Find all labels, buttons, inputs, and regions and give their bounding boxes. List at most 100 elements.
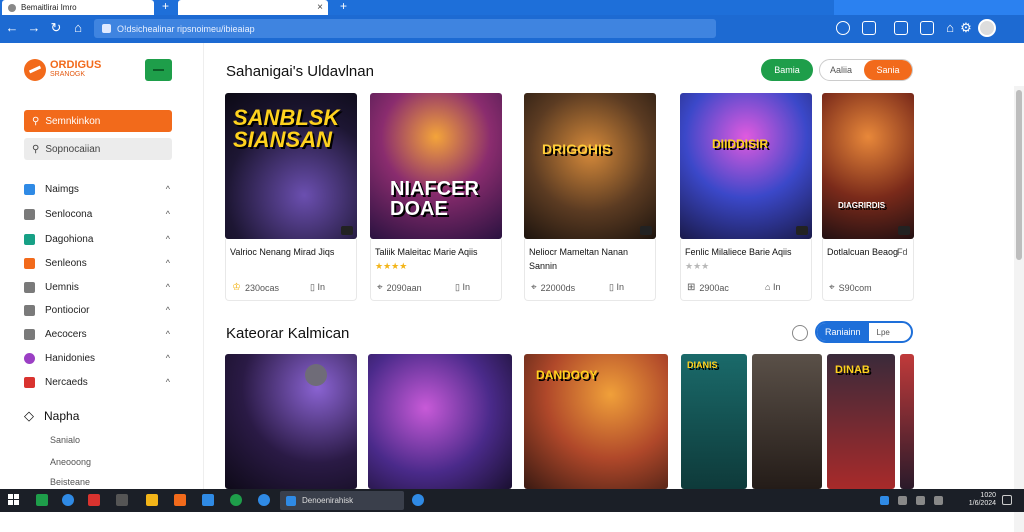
new-tab-icon[interactable]: + xyxy=(162,0,169,13)
taskbar-active-window[interactable]: Denoenirahisk xyxy=(280,491,404,510)
browser-toolbar: ← → ↻ ⌂ O!dsichealinar ripsnoimeu/ibieai… xyxy=(0,15,1024,43)
taskbar-app-icon[interactable] xyxy=(88,494,100,506)
game-card-image[interactable]: DRIGOHIS xyxy=(524,93,656,239)
tab-close-icon[interactable]: × xyxy=(317,2,323,13)
sidebar-item-label: Hanidonies xyxy=(45,352,96,364)
sidebar-subitem[interactable]: Sanialo xyxy=(50,435,80,445)
sidebar-item-label: Uemnis xyxy=(45,281,79,293)
taskbar-app-icon[interactable] xyxy=(62,494,74,506)
chevron-up-icon[interactable]: ^ xyxy=(166,209,170,219)
window-icon xyxy=(286,495,296,506)
tray-icon[interactable] xyxy=(880,496,889,505)
taskbar-app-icon[interactable] xyxy=(202,494,214,506)
game-card-image[interactable]: DIAGRIRDIS xyxy=(822,93,914,239)
sidebar-item-7[interactable]: Hanidonies ^ xyxy=(24,350,172,366)
moon-icon xyxy=(305,364,327,386)
sidebar-item-2[interactable]: Dagohiona ^ xyxy=(24,231,172,247)
avatar[interactable] xyxy=(978,19,996,37)
chevron-up-icon[interactable]: ^ xyxy=(166,305,170,315)
search-input[interactable]: ⚲ Sopnocaiian xyxy=(24,138,172,160)
share-icon[interactable] xyxy=(862,21,876,35)
taskbar-app-icon[interactable] xyxy=(116,494,128,506)
game-card-image[interactable] xyxy=(752,354,822,489)
game-views: ⌖ 22000ds xyxy=(531,282,575,293)
category-icon xyxy=(24,304,35,316)
filter-button-1[interactable]: Bamia xyxy=(761,59,813,81)
notification-icon[interactable] xyxy=(1002,495,1012,505)
sidebar-item-8[interactable]: Nercaeds ^ xyxy=(24,374,172,390)
home-button-icon[interactable]: ⌂ xyxy=(942,20,958,36)
chrome-icon[interactable] xyxy=(230,494,242,506)
game-card-image[interactable]: DIIDDISIR xyxy=(680,93,812,239)
chevron-up-icon[interactable]: ^ xyxy=(166,353,170,363)
menu-toggle-button[interactable] xyxy=(145,59,172,81)
tray-icon[interactable] xyxy=(898,496,907,505)
sidebar-item-3[interactable]: Senleons ^ xyxy=(24,255,172,271)
game-card-info[interactable]: Dotlalcuan Beaog ⌖ S90com Fd xyxy=(822,239,914,301)
taskbar-app-icon[interactable] xyxy=(36,494,48,506)
sidebar-subitem[interactable]: Beisteane xyxy=(50,477,90,487)
game-card-info[interactable]: Fenlic Milaliece Barie Aqiis ★★★ ⊞ 2900ac… xyxy=(680,239,812,301)
section-title: Napha xyxy=(44,409,80,423)
browser-tab[interactable]: Bemaitlirai Imro xyxy=(2,0,154,15)
logo[interactable]: ORDIGUS SRANOGK xyxy=(24,59,101,81)
browser-tab-2[interactable]: × xyxy=(178,0,328,15)
chevron-up-icon[interactable]: ^ xyxy=(166,234,170,244)
folder-icon[interactable] xyxy=(146,494,158,506)
sidebar-item-0[interactable]: Naimgs ^ xyxy=(24,181,172,197)
globe-icon[interactable] xyxy=(792,325,808,341)
game-card-info[interactable]: Valrioc Nenang Mirad Jiqs ♔ 230ocas ▯ In xyxy=(225,239,357,301)
toggle-left[interactable]: Raniainn xyxy=(817,323,869,341)
primary-search-button[interactable]: ⚲ Semnkinkon xyxy=(24,110,172,132)
category-toggle[interactable]: Raniainn Lpe xyxy=(815,321,913,343)
taskbar-clock[interactable]: 1020 1/6/2024 xyxy=(969,492,996,508)
game-card-image[interactable]: SANBLSK SIANSAN xyxy=(225,93,357,239)
taskbar-app-icon[interactable] xyxy=(174,494,186,506)
chevron-up-icon[interactable]: ^ xyxy=(166,329,170,339)
game-card-image[interactable] xyxy=(368,354,512,489)
sidebar-item-5[interactable]: Pontiocior ^ xyxy=(24,302,172,318)
sidebar-item-label: Pontiocior xyxy=(45,304,90,316)
forward-icon[interactable]: → xyxy=(26,20,42,36)
chevron-up-icon[interactable]: ^ xyxy=(166,377,170,387)
home-icon[interactable]: ⌂ xyxy=(70,20,86,36)
game-card-info[interactable]: Taliik Maleitac Marie Aqiis ★★★★ ⌖ 2090aa… xyxy=(370,239,502,301)
game-card-image[interactable]: DINAB xyxy=(827,354,895,489)
sidebar-item-4[interactable]: Uemnis ^ xyxy=(24,279,172,295)
game-views: ♔ 230ocas xyxy=(232,282,279,293)
game-card-image[interactable]: DIANIS xyxy=(681,354,747,489)
tray-icon[interactable] xyxy=(916,496,925,505)
game-art-title: DIANIS xyxy=(687,360,718,370)
game-card-info[interactable]: Neliocr Mameltan Nanan Sannin ⌖ 22000ds ▯… xyxy=(524,239,656,301)
game-card-image[interactable]: NIAFCER DOAE xyxy=(370,93,502,239)
sidebar-item-6[interactable]: Aecocers ^ xyxy=(24,326,172,342)
chevron-up-icon[interactable]: ^ xyxy=(166,258,170,268)
settings-icon[interactable]: ⚙ xyxy=(958,20,974,36)
filter-button-3[interactable]: Sania xyxy=(864,60,912,80)
sidebar-item-1[interactable]: Senlocona ^ xyxy=(24,206,172,222)
sidebar-subitem[interactable]: Aneooong xyxy=(50,457,91,467)
taskbar-app-icon[interactable] xyxy=(258,494,270,506)
back-icon[interactable]: ← xyxy=(4,20,20,36)
page-scrollbar[interactable] xyxy=(1014,86,1024,532)
calendar-icon[interactable] xyxy=(920,21,934,35)
reload-icon[interactable]: ↻ xyxy=(48,20,64,36)
sidebar-section-heading[interactable]: ◇ Napha xyxy=(24,408,79,424)
scrollbar-thumb[interactable] xyxy=(1016,90,1022,260)
game-card-image[interactable] xyxy=(900,354,914,489)
address-bar[interactable]: O!dsichealinar ripsnoimeu/ibieaiap xyxy=(94,19,716,38)
windows-start-icon[interactable] xyxy=(8,494,20,506)
extra-text: In xyxy=(317,282,325,292)
chevron-up-icon[interactable]: ^ xyxy=(166,282,170,292)
new-tab-icon-2[interactable]: + xyxy=(340,0,347,13)
tray-icon[interactable] xyxy=(934,496,943,505)
game-card-image[interactable] xyxy=(225,354,357,489)
search-icon: ⚲ xyxy=(32,115,40,127)
toggle-right[interactable]: Lpe xyxy=(869,328,890,337)
chevron-up-icon[interactable]: ^ xyxy=(166,184,170,194)
extension-icon[interactable] xyxy=(836,21,850,35)
taskbar-app-icon[interactable] xyxy=(412,494,424,506)
screenshot-icon[interactable] xyxy=(894,21,908,35)
game-views: ⌖ S90com xyxy=(829,282,872,293)
game-card-image[interactable]: DANDOOY xyxy=(524,354,668,489)
